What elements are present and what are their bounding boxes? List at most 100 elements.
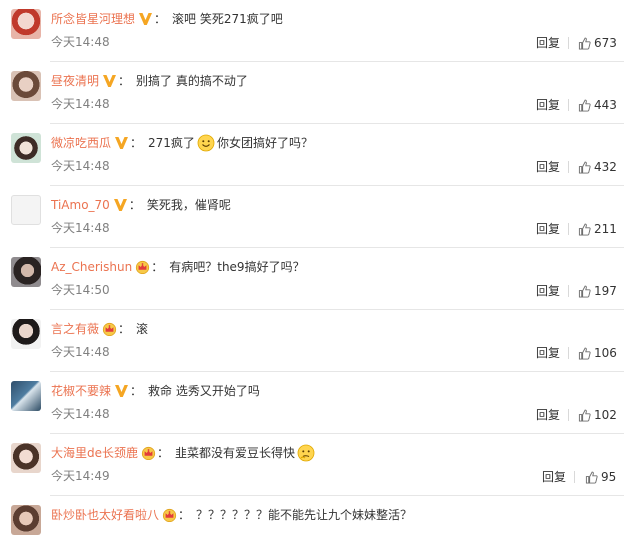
comment-item: 大海里de长颈鹿 ： 韭菜都没有爱豆长得快 今天14:49 回复 95 bbox=[0, 434, 634, 496]
separator-colon: ： bbox=[157, 446, 170, 460]
comment-item: 卧炒卧也太好看啦八 ： ？？？？？？能不能先让九个妹妹整活？ bbox=[0, 496, 634, 558]
thumbs-up-icon bbox=[578, 223, 594, 236]
like-button[interactable]: 432 bbox=[578, 158, 617, 176]
divider bbox=[574, 471, 575, 483]
avatar[interactable] bbox=[11, 71, 41, 101]
comment-time: 今天14:48 bbox=[51, 159, 110, 173]
comment-text: 韭菜都没有爱豆长得快 bbox=[175, 446, 296, 460]
username-link[interactable]: 大海里de长颈鹿 bbox=[51, 443, 138, 463]
reply-button[interactable]: 回复 bbox=[536, 408, 560, 422]
thinking-emoji bbox=[297, 444, 315, 462]
comment-header: 大海里de长颈鹿 ： 韭菜都没有爱豆长得快 bbox=[51, 443, 317, 463]
username-link[interactable]: 言之有薇 bbox=[51, 319, 99, 339]
divider bbox=[568, 37, 569, 49]
comment-item: 花椒不要辣 ： 救命 选秀又开始了吗今天14:48 回复 102 bbox=[0, 372, 634, 434]
separator-colon: ： bbox=[118, 322, 131, 336]
comment-header: TiAmo_70 ： 笑死我，催肾呢 bbox=[51, 195, 231, 215]
divider bbox=[568, 409, 569, 421]
reply-button[interactable]: 回复 bbox=[542, 470, 566, 484]
comment-text: 别搞了 真的搞不动了 bbox=[136, 74, 248, 88]
like-button[interactable]: 106 bbox=[578, 344, 617, 362]
comment-text: 救命 选秀又开始了吗 bbox=[148, 384, 260, 398]
verified-v-icon bbox=[138, 12, 153, 26]
avatar[interactable] bbox=[11, 9, 41, 39]
comment-item: Az_Cherishun ： 有病吧？the9搞好了吗？ 今天14:50 回复 197 bbox=[0, 248, 634, 310]
username-link[interactable]: 微凉吃西瓜 bbox=[51, 133, 111, 153]
username-link[interactable]: Az_Cherishun bbox=[51, 257, 132, 277]
comment-header: 卧炒卧也太好看啦八 ： ？？？？？？能不能先让九个妹妹整活？ bbox=[51, 505, 412, 525]
like-count: 102 bbox=[594, 408, 617, 422]
comment-header: 花椒不要辣 ： 救命 选秀又开始了吗 bbox=[51, 381, 260, 401]
avatar[interactable] bbox=[11, 257, 41, 287]
like-count: 106 bbox=[594, 346, 617, 360]
like-count: 95 bbox=[601, 470, 617, 484]
separator-colon: ： bbox=[118, 74, 131, 88]
avatar[interactable] bbox=[11, 319, 41, 349]
comment-text: 滚 bbox=[136, 322, 149, 336]
comment-text: 你女团搞好了吗？ bbox=[216, 136, 313, 150]
username-link[interactable]: 花椒不要辣 bbox=[51, 381, 111, 401]
avatar[interactable] bbox=[11, 443, 41, 473]
crown-badge-icon bbox=[135, 260, 150, 275]
separator-colon: ： bbox=[130, 384, 143, 398]
comment-item: 微凉吃西瓜 ： 271疯了 你女团搞好了吗？ 今天14:48 回复 432 bbox=[0, 124, 634, 186]
comment-list: 所念皆星河理想 ： 滚吧 笑死271疯了吧 今天14:48 回复 673 昼夜清明 ： 别搞了 … bbox=[0, 0, 634, 535]
thumbs-up-icon bbox=[585, 471, 601, 484]
like-count: 673 bbox=[594, 36, 617, 50]
thumbs-up-icon bbox=[578, 285, 594, 298]
comment-text: 有病吧？the9搞好了吗？ bbox=[169, 260, 305, 274]
reply-button[interactable]: 回复 bbox=[536, 36, 560, 50]
separator-colon: ： bbox=[154, 12, 167, 26]
comment-time: 今天14:48 bbox=[51, 221, 110, 235]
comment-item: TiAmo_70 ： 笑死我，催肾呢 今天14:48 回复 211 bbox=[0, 186, 634, 248]
comment-time: 今天14:50 bbox=[51, 283, 110, 297]
like-button[interactable]: 211 bbox=[578, 220, 617, 238]
reply-button[interactable]: 回复 bbox=[536, 284, 560, 298]
like-button[interactable]: 443 bbox=[578, 96, 617, 114]
like-count: 197 bbox=[594, 284, 617, 298]
avatar[interactable] bbox=[11, 133, 41, 163]
comment-item: 所念皆星河理想 ： 滚吧 笑死271疯了吧 今天14:48 回复 673 bbox=[0, 0, 634, 62]
like-button[interactable]: 95 bbox=[585, 468, 616, 486]
avatar[interactable] bbox=[11, 195, 41, 225]
comment-item: 言之有薇 ： 滚今天14:48 回复 106 bbox=[0, 310, 634, 372]
like-button[interactable]: 673 bbox=[578, 34, 617, 52]
reply-button[interactable]: 回复 bbox=[536, 222, 560, 236]
like-button[interactable]: 197 bbox=[578, 282, 617, 300]
comment-header: Az_Cherishun ： 有病吧？the9搞好了吗？ bbox=[51, 257, 305, 277]
divider bbox=[568, 161, 569, 173]
thumbs-up-icon bbox=[578, 99, 594, 112]
reply-button[interactable]: 回复 bbox=[536, 346, 560, 360]
comment-header: 言之有薇 ： 滚 bbox=[51, 319, 148, 339]
comment-time: 今天14:48 bbox=[51, 97, 110, 111]
reply-button[interactable]: 回复 bbox=[536, 98, 560, 112]
smile-emoji bbox=[197, 134, 215, 152]
username-link[interactable]: TiAmo_70 bbox=[51, 195, 110, 215]
avatar[interactable] bbox=[11, 381, 41, 411]
like-button[interactable]: 102 bbox=[578, 406, 617, 424]
separator-colon: ： bbox=[128, 198, 141, 212]
separator-colon: ： bbox=[178, 508, 191, 522]
verified-v-icon bbox=[114, 384, 129, 398]
thumbs-up-icon bbox=[578, 409, 594, 422]
like-count: 432 bbox=[594, 160, 617, 174]
crown-badge-icon bbox=[162, 508, 177, 523]
comment-text: 271疯了 bbox=[148, 136, 195, 150]
thumbs-up-icon bbox=[578, 37, 594, 50]
reply-button[interactable]: 回复 bbox=[536, 160, 560, 174]
thumbs-up-icon bbox=[578, 161, 594, 174]
divider bbox=[568, 223, 569, 235]
verified-v-icon bbox=[114, 136, 129, 150]
comment-header: 所念皆星河理想 ： 滚吧 笑死271疯了吧 bbox=[51, 9, 283, 29]
comment-time: 今天14:48 bbox=[51, 35, 110, 49]
username-link[interactable]: 卧炒卧也太好看啦八 bbox=[51, 505, 159, 525]
separator-colon: ： bbox=[151, 260, 164, 274]
divider bbox=[568, 285, 569, 297]
username-link[interactable]: 所念皆星河理想 bbox=[51, 9, 135, 29]
comment-time: 今天14:48 bbox=[51, 407, 110, 421]
like-count: 211 bbox=[594, 222, 617, 236]
username-link[interactable]: 昼夜清明 bbox=[51, 71, 99, 91]
crown-badge-icon bbox=[102, 322, 117, 337]
like-count: 443 bbox=[594, 98, 617, 112]
comment-header: 昼夜清明 ： 别搞了 真的搞不动了 bbox=[51, 71, 248, 91]
